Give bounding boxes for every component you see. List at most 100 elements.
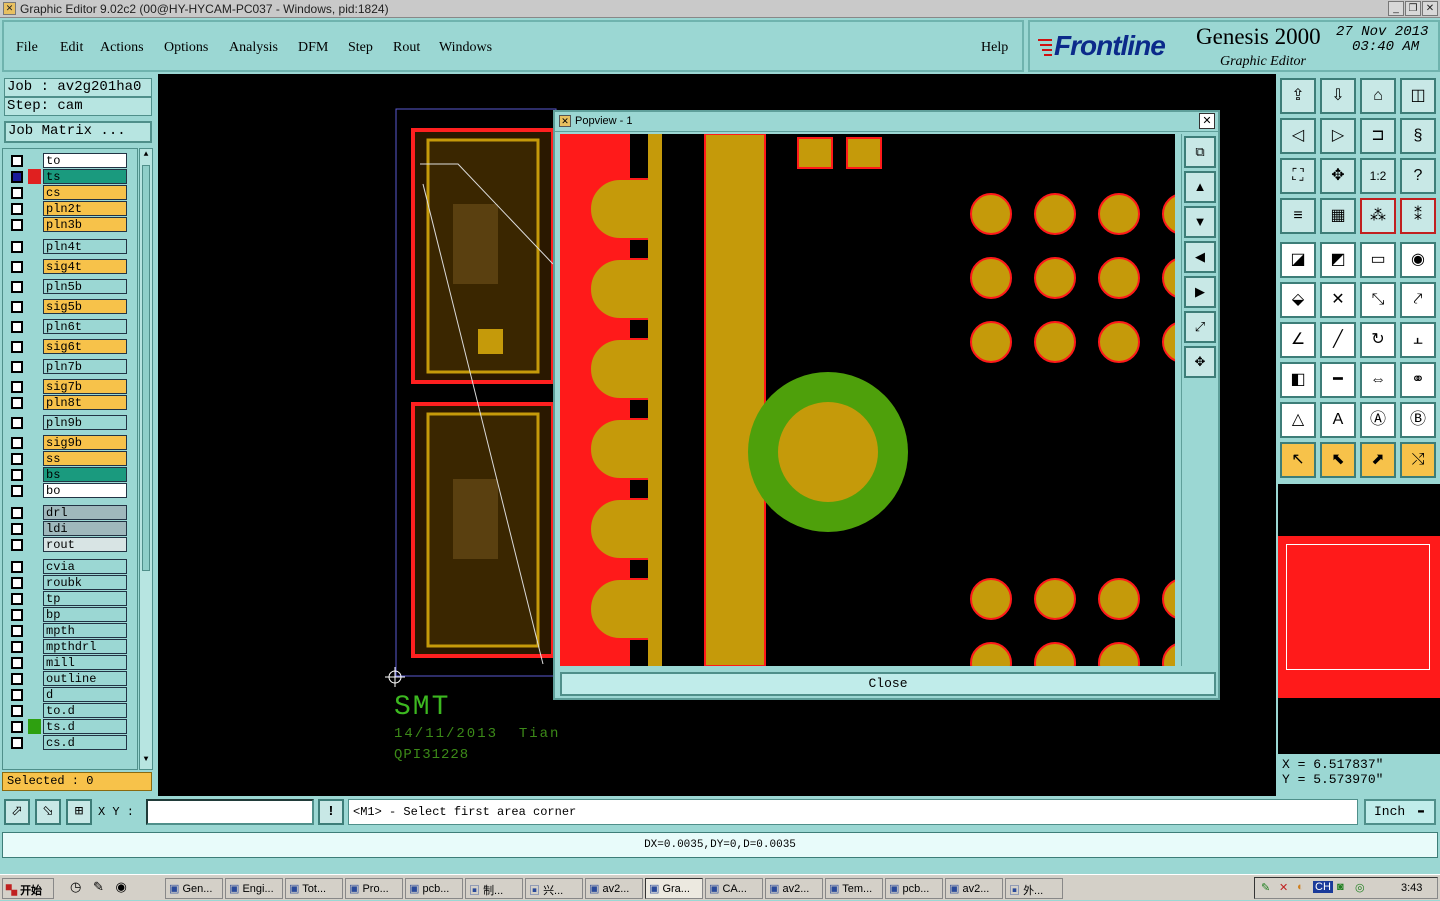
zoom-center-icon[interactable]: ✥ (1320, 158, 1356, 194)
minimize-button[interactable]: _ (1388, 1, 1404, 16)
align-icon[interactable]: ⫠ (1400, 322, 1436, 358)
layer-checkbox[interactable] (11, 507, 23, 519)
connect-icon[interactable]: ⬙ (1280, 282, 1316, 318)
copy-icon[interactable]: ⤤ (1400, 282, 1436, 318)
taskbar-item[interactable]: ▣ av2... (945, 878, 1003, 899)
help-icon[interactable]: ? (1400, 158, 1436, 194)
layer-row-d[interactable]: d (9, 687, 127, 702)
pan-down-icon[interactable]: ▼ (1184, 206, 1216, 238)
layer-checkbox[interactable] (11, 737, 23, 749)
layer-row-mpth[interactable]: mpth (9, 623, 127, 638)
triangle-c-icon[interactable]: Ⓑ (1400, 402, 1436, 438)
layer-checkbox[interactable] (11, 561, 23, 573)
taskbar-item[interactable]: ▣ av2... (765, 878, 823, 899)
triangle-b-icon[interactable]: Ⓐ (1360, 402, 1396, 438)
layer-row-to[interactable]: to (9, 153, 127, 168)
window-split-icon[interactable]: ◫ (1400, 78, 1436, 114)
layer-checkbox[interactable] (11, 577, 23, 589)
pan-right-icon[interactable]: ▶ (1184, 276, 1216, 308)
layer-checkbox[interactable] (11, 301, 23, 313)
job-matrix-button[interactable]: Job Matrix ... (4, 121, 152, 143)
scroll-thumb[interactable] (142, 165, 150, 571)
scroll-up-icon[interactable]: ▲ (141, 150, 151, 162)
pan-left-icon[interactable]: ◀ (1184, 241, 1216, 273)
select-arrow-icon[interactable]: ↖ (1280, 442, 1316, 478)
layer-checkbox[interactable] (11, 705, 23, 717)
layer-row-cs-d[interactable]: cs.d (9, 735, 127, 750)
menu-dfm[interactable]: DFM (298, 40, 328, 56)
layer-row-bp[interactable]: bp (9, 607, 127, 622)
layer-checkbox[interactable] (11, 261, 23, 273)
break-icon[interactable]: ━ (1320, 362, 1356, 398)
arc-icon[interactable]: ↻ (1360, 322, 1396, 358)
layer-checkbox[interactable] (11, 281, 23, 293)
layer-checkbox[interactable] (11, 523, 23, 535)
layer-checkbox[interactable] (11, 187, 23, 199)
layer-checkbox[interactable] (11, 417, 23, 429)
layer-scrollbar[interactable]: ▲ ▼ (139, 148, 153, 770)
line-angle-icon[interactable]: ∠ (1280, 322, 1316, 358)
zoom-fit-icon[interactable]: ⛶ (1280, 158, 1316, 194)
menu-windows[interactable]: Windows (439, 40, 492, 56)
attributes-icon[interactable]: ≡ (1280, 198, 1316, 234)
zoom-fit-icon[interactable]: ⤢ (1184, 311, 1216, 343)
step-prev-icon[interactable]: ◁ (1280, 118, 1316, 154)
route-icon[interactable]: ⤭ (1400, 442, 1436, 478)
scale-1-2-icon[interactable]: 1:2 (1360, 158, 1396, 194)
layer-row-pln3b[interactable]: pln3b (9, 217, 127, 232)
rotate-icon[interactable]: § (1400, 118, 1436, 154)
clock-launch-icon[interactable]: ◷ (70, 879, 81, 894)
layer-row-ldi[interactable]: ldi (9, 521, 127, 536)
layer-row-pln5b[interactable]: pln5b (9, 279, 127, 294)
layer-row-pln6t[interactable]: pln6t (9, 319, 127, 334)
browser-launch-icon[interactable]: ◉ (116, 879, 127, 894)
menu-edit[interactable]: Edit (60, 40, 83, 56)
taskbar-item[interactable]: ▣ 外... (1005, 878, 1063, 899)
taskbar-item[interactable]: ▣ CA... (705, 878, 763, 899)
layer-row-cs[interactable]: cs (9, 185, 127, 200)
pan-up-icon[interactable]: ▲ (1184, 171, 1216, 203)
home-icon[interactable]: ⌂ (1360, 78, 1396, 114)
layer-row-sig6t[interactable]: sig6t (9, 339, 127, 354)
layer-row-cvia[interactable]: cvia (9, 559, 127, 574)
popview-canvas[interactable] (560, 134, 1175, 666)
layer-diff-icon[interactable]: ⁑ (1400, 198, 1436, 234)
layer-row-to-d[interactable]: to.d (9, 703, 127, 718)
mirror-icon[interactable]: ⊐ (1360, 118, 1396, 154)
layer-checkbox[interactable] (11, 437, 23, 449)
alert-icon[interactable]: ! (318, 799, 344, 825)
layer-row-ss[interactable]: ss (9, 451, 127, 466)
layer-checkbox[interactable] (11, 689, 23, 701)
layer-checkbox[interactable] (11, 321, 23, 333)
menu-options[interactable]: Options (164, 40, 208, 56)
triangle-a-icon[interactable]: A (1320, 402, 1356, 438)
select-net-icon[interactable]: ⬈ (1360, 442, 1396, 478)
layer-checkbox[interactable] (11, 361, 23, 373)
taskbar-item[interactable]: ▣ 制... (465, 878, 523, 899)
tray-update-icon[interactable]: ◐ (1297, 881, 1304, 893)
layer-checkbox[interactable] (11, 453, 23, 465)
menu-step[interactable]: Step (348, 40, 373, 56)
menu-analysis[interactable]: Analysis (229, 40, 278, 56)
layer-row-mpthdrl[interactable]: mpthdrl (9, 639, 127, 654)
zoom-center-icon[interactable]: ✥ (1184, 346, 1216, 378)
layer-checkbox[interactable] (11, 673, 23, 685)
layer-row-pln7b[interactable]: pln7b (9, 359, 127, 374)
layer-checkbox[interactable] (11, 539, 23, 551)
overview-viewport[interactable] (1286, 544, 1430, 670)
add-pad-icon[interactable]: ◪ (1280, 242, 1316, 278)
layer-row-sig9b[interactable]: sig9b (9, 435, 127, 450)
layer-row-outline[interactable]: outline (9, 671, 127, 686)
zoom-home-icon[interactable]: ⧉ (1184, 136, 1216, 168)
layer-row-sig7b[interactable]: sig7b (9, 379, 127, 394)
layer-row-sig4t[interactable]: sig4t (9, 259, 127, 274)
layer-checkbox[interactable] (11, 593, 23, 605)
tray-security-icon[interactable]: ✕ (1279, 881, 1288, 894)
taskbar-item[interactable]: ▣ Tem... (825, 878, 883, 899)
layer-checkbox[interactable] (11, 641, 23, 653)
layer-row-pln8t[interactable]: pln8t (9, 395, 127, 410)
notepad-launch-icon[interactable]: ✎ (93, 879, 104, 894)
grid-snap-icon[interactable]: ⊞ (66, 799, 92, 825)
taskbar-item[interactable]: ▣ 兴... (525, 878, 583, 899)
layer-row-bo[interactable]: bo (9, 483, 127, 498)
